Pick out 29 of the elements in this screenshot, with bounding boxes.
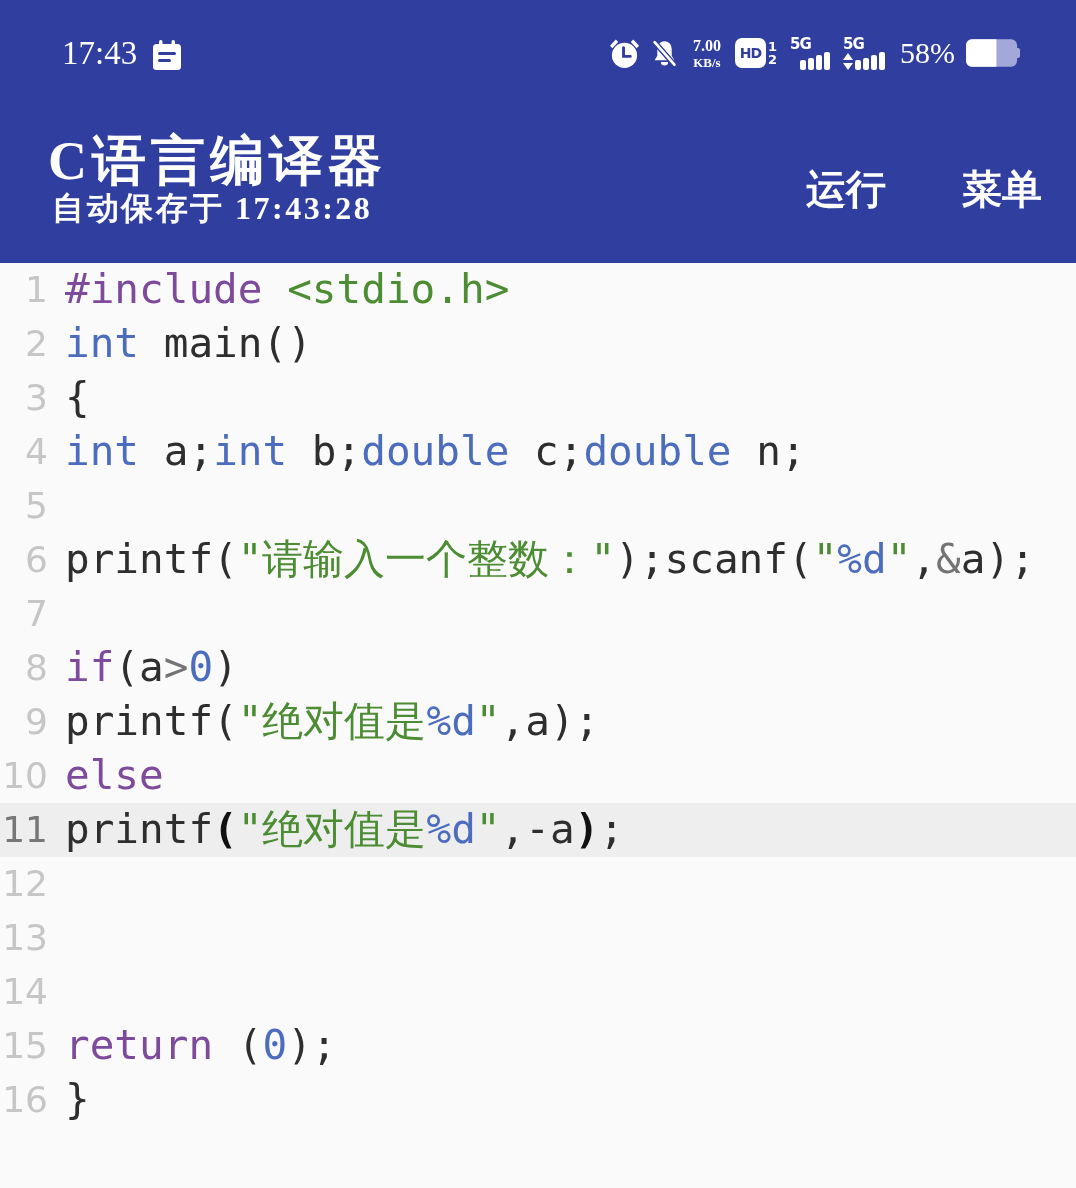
action-button[interactable]: 运行 [806, 167, 886, 212]
battery-icon [966, 39, 1021, 67]
sim-number: 1 [767, 40, 777, 53]
alarm-clock-icon [608, 37, 640, 69]
code-line: { [65, 373, 90, 423]
code-line: printf("绝对值是%d",a); [65, 697, 600, 747]
battery-percent: 58% [900, 38, 955, 68]
sim-number: 2 [767, 53, 777, 66]
bell-off-icon [650, 38, 678, 68]
code-line: printf("请输入一个整数：");scanf("%d",&a); [65, 535, 1035, 585]
network-type-label: 5G [790, 36, 811, 52]
network-type-label: 5G [843, 36, 864, 52]
autosave-status: 自动保存于 17:43:28 [51, 191, 374, 227]
code-line: } [65, 1075, 90, 1125]
code-line: int a;int b;double c;double n; [65, 427, 806, 477]
clock-time: 17:43 [62, 36, 138, 70]
action-button[interactable]: 菜单 [962, 167, 1042, 212]
code-line: return (0); [65, 1021, 337, 1071]
code-line: int main() [65, 319, 312, 369]
code-line: if(a>0) [65, 643, 238, 693]
calendar-icon [152, 40, 183, 70]
line-number: 11 [1, 812, 48, 848]
network-speed-unit: KB/s [693, 55, 721, 69]
code-line: printf("绝对值是%d",-a); [65, 805, 624, 855]
network-speed-value: 7.00 [692, 37, 721, 54]
code-line: else [65, 751, 164, 801]
code-line: #include <stdio.h> [65, 265, 510, 315]
hd-badge: HD [734, 38, 766, 68]
app-title: C语言编译器 [48, 132, 387, 190]
